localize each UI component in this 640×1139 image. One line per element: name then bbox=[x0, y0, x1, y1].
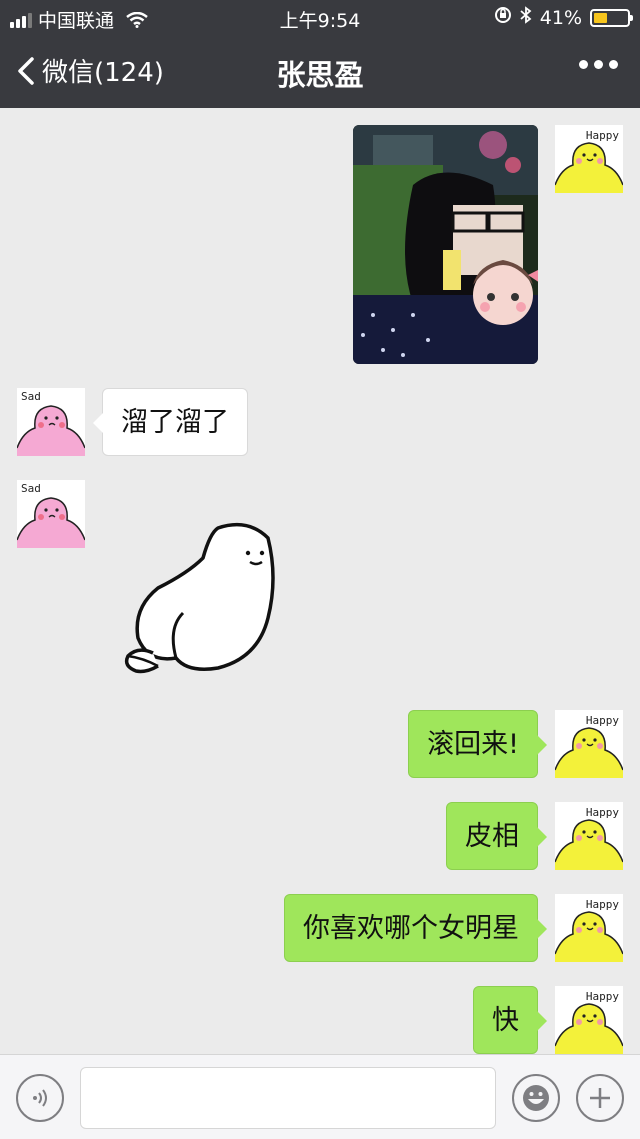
top-bar: 中国联通 上午9:54 41% 微信(124) 张思盈 bbox=[0, 0, 640, 108]
my-avatar[interactable]: Happy bbox=[555, 986, 623, 1054]
smiley-icon bbox=[523, 1085, 549, 1111]
avatar-caption: Happy bbox=[585, 990, 619, 1003]
chat-title: 张思盈 bbox=[276, 58, 364, 92]
input-bar bbox=[0, 1054, 640, 1139]
more-dots-icon bbox=[579, 60, 588, 69]
text-message[interactable]: 滚回来! bbox=[408, 710, 547, 778]
nav-bar: 微信(124) 张思盈 bbox=[0, 34, 640, 108]
emoji-button[interactable] bbox=[512, 1074, 560, 1122]
voice-input-button[interactable] bbox=[16, 1074, 64, 1122]
voice-wave-icon bbox=[33, 1089, 47, 1107]
rotation-lock-icon bbox=[494, 6, 512, 29]
avatar-caption: Sad bbox=[21, 390, 41, 403]
avatar-caption: Happy bbox=[585, 806, 619, 819]
text-message[interactable]: 你喜欢哪个女明星 bbox=[284, 894, 547, 962]
avatar-caption: Happy bbox=[585, 129, 619, 142]
text-message[interactable]: 皮相 bbox=[446, 802, 547, 870]
plus-icon bbox=[590, 1088, 610, 1108]
contact-avatar[interactable]: Sad bbox=[17, 388, 85, 456]
contact-avatar[interactable]: Sad bbox=[17, 480, 85, 548]
more-functions-button[interactable] bbox=[576, 1074, 624, 1122]
my-avatar[interactable]: Happy bbox=[555, 802, 623, 870]
bluetooth-icon bbox=[520, 6, 532, 29]
message-input[interactable] bbox=[80, 1067, 496, 1129]
avatar-caption: Happy bbox=[585, 714, 619, 727]
more-options-button[interactable] bbox=[579, 60, 618, 69]
text-message[interactable]: 快 bbox=[473, 986, 547, 1054]
battery-fill bbox=[594, 12, 608, 23]
avatar-caption: Happy bbox=[585, 898, 619, 911]
status-bar: 中国联通 上午9:54 41% bbox=[0, 0, 640, 34]
my-avatar[interactable]: Happy bbox=[555, 710, 623, 778]
my-avatar[interactable]: Happy bbox=[555, 125, 623, 193]
battery-percent: 41% bbox=[539, 6, 582, 29]
battery-icon bbox=[590, 8, 633, 27]
chat-area[interactable]: Happy Sad 溜了溜了 Sad 滚回来! Happy 皮相 Happy 你… bbox=[0, 108, 640, 1054]
ghost-sticker[interactable] bbox=[118, 518, 283, 688]
my-avatar[interactable]: Happy bbox=[555, 894, 623, 962]
text-message[interactable]: 溜了溜了 bbox=[93, 388, 248, 456]
image-message[interactable] bbox=[353, 125, 538, 364]
avatar-caption: Sad bbox=[21, 482, 41, 495]
